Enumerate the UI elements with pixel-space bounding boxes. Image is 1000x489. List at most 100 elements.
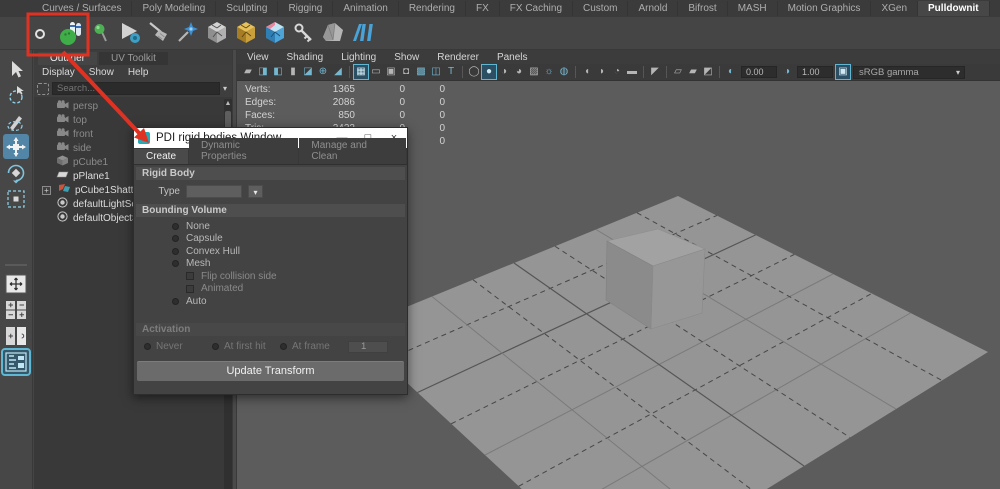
filter-icon[interactable]	[37, 82, 49, 95]
activation-option-at-frame[interactable]: At frame	[280, 341, 342, 352]
smooth-shaded-icon[interactable]: ●	[481, 64, 497, 80]
shelf-tab-rigging[interactable]: Rigging	[278, 1, 334, 16]
viewport-menu-renderer[interactable]: Renderer	[437, 52, 479, 63]
rock-icon[interactable]	[320, 20, 346, 46]
checkbox-icon[interactable]	[186, 284, 194, 293]
activation-option-never[interactable]: Never	[144, 341, 206, 352]
radio-icon[interactable]	[212, 343, 219, 350]
radio-icon[interactable]	[144, 343, 151, 350]
shelf-tab-pulldownit[interactable]: Pulldownit	[918, 1, 990, 16]
scroll-up-icon[interactable]: ▲	[224, 99, 232, 109]
safe-title-icon[interactable]: T	[444, 65, 458, 79]
image-plane-toggle-icon[interactable]: ◩	[701, 65, 715, 79]
dialog-tab-dynamic-properties[interactable]: Dynamic Properties	[189, 138, 299, 164]
frame-all-icon[interactable]: ▱	[671, 65, 685, 79]
shelf-tab-arnold[interactable]: Arnold	[628, 1, 679, 16]
radio-row-mesh[interactable]: Mesh	[134, 258, 407, 271]
radio-icon[interactable]	[280, 343, 287, 350]
radio-row-auto[interactable]: Auto	[134, 295, 407, 308]
shelf-tab-animation[interactable]: Animation	[333, 1, 399, 16]
all-lights-icon[interactable]: ☼	[542, 65, 556, 79]
move-tool[interactable]	[3, 134, 29, 159]
frame-selected-icon[interactable]: ▰	[686, 65, 700, 79]
camera-attributes-icon[interactable]: ◧	[271, 65, 285, 79]
check-row-animated[interactable]: Animated	[134, 283, 407, 296]
gate-mask-icon[interactable]: ◘	[399, 65, 413, 79]
shelf-tab-custom[interactable]: Custom	[573, 1, 629, 16]
viewport-menu-view[interactable]: View	[247, 52, 269, 63]
field-chart-icon[interactable]: ▩	[414, 65, 428, 79]
green-pin-icon[interactable]	[88, 20, 114, 46]
activation-option-at-first-hit[interactable]: At first hit	[212, 341, 274, 352]
shelf-popup-icon[interactable]	[30, 20, 56, 46]
safe-action-icon[interactable]: ◫	[429, 65, 443, 79]
resolution-gate-icon[interactable]: ▣	[384, 65, 398, 79]
outliner-tab-outliner[interactable]: Outliner	[38, 52, 98, 65]
shatter-cube-blue-icon[interactable]	[262, 20, 288, 46]
bowling-pins-icon[interactable]	[59, 20, 85, 46]
viewport-menu-panels[interactable]: Panels	[497, 52, 528, 63]
xray-icon[interactable]: ◖	[580, 65, 594, 79]
viewport-settings-icon[interactable]: ▬	[625, 65, 639, 79]
exposure-icon[interactable]: ◐	[724, 65, 738, 79]
radio-row-none[interactable]: None	[134, 220, 407, 233]
outliner-menu-show[interactable]: Show	[89, 67, 114, 78]
select-tool[interactable]	[3, 56, 29, 81]
pan-zoom-icon[interactable]: ⊕	[316, 65, 330, 79]
shatter-cube-grey-icon[interactable]	[204, 20, 230, 46]
shelf-tab-poly-modeling[interactable]: Poly Modeling	[132, 1, 217, 16]
outliner-menu-display[interactable]: Display	[42, 67, 75, 78]
shelf-tab-rendering[interactable]: Rendering	[399, 1, 466, 16]
dialog-tab-create[interactable]: Create	[134, 149, 189, 164]
key-icon[interactable]	[291, 20, 317, 46]
broom-icon[interactable]	[146, 20, 172, 46]
shatter-cube-gold-icon[interactable]	[233, 20, 259, 46]
checkbox-icon[interactable]	[186, 272, 194, 281]
outliner-item-top[interactable]: top	[34, 113, 224, 127]
bookmark-icon[interactable]: ▮	[286, 65, 300, 79]
gamma-field[interactable]: 1.00	[797, 66, 833, 78]
viewport-menu-shading[interactable]: Shading	[287, 52, 324, 63]
exposure-field[interactable]: 0.00	[741, 66, 777, 78]
paint-select-tool[interactable]	[3, 108, 29, 133]
shelf-tab-fx-caching[interactable]: FX Caching	[500, 1, 574, 16]
image-plane-icon[interactable]: ◪	[301, 65, 315, 79]
textured-icon[interactable]: ◑	[497, 65, 511, 79]
update-transform-button[interactable]: Update Transform	[137, 360, 404, 381]
camera-lock-icon[interactable]: ◨	[256, 65, 270, 79]
grease-pencil-icon[interactable]: ◢	[331, 65, 345, 79]
gamma-icon[interactable]: ◑	[780, 65, 794, 79]
view-transform-dropdown[interactable]: sRGB gamma ▾	[853, 65, 965, 79]
radio-icon[interactable]	[172, 235, 179, 243]
film-gate-icon[interactable]: ▭	[369, 65, 383, 79]
expand-icon[interactable]: +	[42, 185, 51, 195]
type-dropdown-arrow-icon[interactable]: ▾	[248, 184, 263, 198]
outliner-item-persp[interactable]: persp	[34, 99, 224, 113]
dialog-tab-manage-and-clean[interactable]: Manage and Clean	[299, 138, 406, 164]
isolate-select-icon[interactable]: ◤	[648, 65, 662, 79]
grid-icon[interactable]: ▦	[353, 64, 369, 80]
outliner-persp-layout[interactable]	[1, 348, 31, 376]
shelf-tab-fx[interactable]: FX	[466, 1, 500, 16]
occlusion-icon[interactable]: ◔	[610, 65, 624, 79]
radio-icon[interactable]	[172, 247, 179, 255]
radio-row-capsule[interactable]: Capsule	[134, 233, 407, 246]
search-dropdown-icon[interactable]: ▾	[223, 84, 229, 93]
view-transform-icon[interactable]: ▣	[835, 64, 851, 80]
shelf-tab-bifrost[interactable]: Bifrost	[678, 1, 728, 16]
rotate-tool[interactable]	[3, 160, 29, 185]
radio-row-convex-hull[interactable]: Convex Hull	[134, 245, 407, 258]
at-frame-field[interactable]	[348, 340, 388, 353]
shelf-tab-curves-surfaces[interactable]: Curves / Surfaces	[32, 1, 133, 16]
viewport-menu-lighting[interactable]: Lighting	[341, 52, 376, 63]
search-input[interactable]	[52, 82, 220, 95]
shelf-tab-motion-graphics[interactable]: Motion Graphics	[778, 1, 872, 16]
magic-wand-icon[interactable]	[175, 20, 201, 46]
xray-joints-icon[interactable]: ◗	[595, 65, 609, 79]
shelf-tab-xgen[interactable]: XGen	[871, 1, 919, 16]
lasso-select-tool[interactable]	[3, 82, 29, 107]
two-pane-layout[interactable]	[3, 324, 29, 348]
shelf-tab-sculpting[interactable]: Sculpting	[216, 1, 279, 16]
wireframe-icon[interactable]: ◯	[467, 65, 481, 79]
use-default-material-icon[interactable]: ◕	[512, 65, 526, 79]
